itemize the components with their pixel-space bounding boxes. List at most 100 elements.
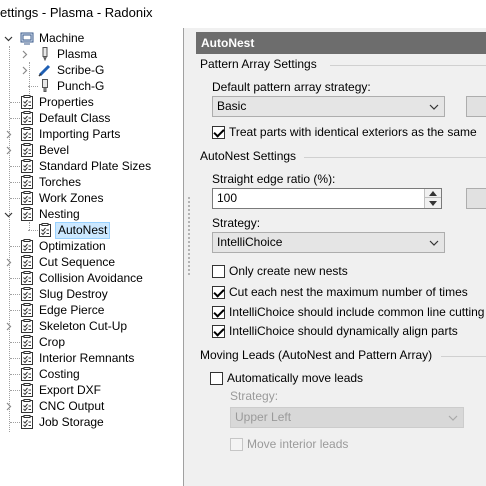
spin-down-icon[interactable] <box>425 199 441 208</box>
pattern-strategy-button[interactable] <box>466 96 486 117</box>
tree-item[interactable]: Punch-G <box>38 78 106 94</box>
chevron-down-icon <box>428 233 440 252</box>
dynamic-align-checkbox[interactable]: IntelliChoice should dynamically align p… <box>212 324 458 338</box>
checklist-icon <box>20 367 34 381</box>
only-new-nests-checkbox[interactable]: Only create new nests <box>212 264 348 278</box>
tree-item[interactable]: Job Storage <box>20 414 106 430</box>
pattern-strategy-dropdown[interactable]: Basic <box>212 96 445 117</box>
tree-item[interactable]: Work Zones <box>20 190 105 206</box>
checklist-icon <box>20 415 34 429</box>
straight-edge-button[interactable] <box>466 188 486 209</box>
expand-chevron-icon[interactable] <box>20 62 29 78</box>
title-bar: ettings - Plasma - Radonix <box>0 0 486 28</box>
tree-item[interactable]: Crop <box>20 334 67 350</box>
tree-line <box>28 86 38 87</box>
identical-exteriors-label: Treat parts with identical exteriors as … <box>229 125 477 139</box>
tree-item-label: Collision Avoidance <box>39 270 143 285</box>
tree-item[interactable]: Skeleton Cut-Up <box>20 318 129 334</box>
splitter[interactable] <box>184 28 196 486</box>
expand-chevron-icon[interactable] <box>4 254 13 270</box>
tree-item-label: Scribe-G <box>57 62 105 77</box>
tree-item-label: AutoNest <box>55 221 111 239</box>
leads-strategy-dropdown[interactable]: Upper Left <box>230 407 464 428</box>
checklist-icon <box>20 255 34 269</box>
tree-item[interactable]: Properties <box>20 94 96 110</box>
tree-line <box>10 102 20 103</box>
checkbox-box <box>230 437 243 451</box>
checklist-icon <box>20 175 34 189</box>
tree-item[interactable]: Importing Parts <box>20 126 122 142</box>
collapse-chevron-icon[interactable] <box>4 206 13 222</box>
tree-line <box>10 246 20 247</box>
expand-chevron-icon[interactable] <box>4 126 13 142</box>
tree-item[interactable]: Slug Destroy <box>20 286 110 302</box>
expand-chevron-icon[interactable] <box>4 142 13 158</box>
common-line-cutting-checkbox[interactable]: IntelliChoice should include common line… <box>212 305 484 319</box>
chevron-down-icon <box>447 408 459 427</box>
checklist-icon <box>20 191 34 205</box>
checklist-icon <box>20 271 34 285</box>
tree-item[interactable]: Machine <box>20 30 86 46</box>
checklist-icon <box>20 239 34 253</box>
collapse-chevron-icon[interactable] <box>4 30 13 46</box>
auto-move-leads-checkbox[interactable]: Automatically move leads <box>210 371 363 385</box>
tree-item[interactable]: Export DXF <box>20 382 103 398</box>
tree-item[interactable]: Optimization <box>20 238 108 254</box>
checklist-icon <box>20 287 34 301</box>
tree-item-label: Job Storage <box>39 414 104 429</box>
expand-chevron-icon[interactable] <box>4 398 13 414</box>
tree-item[interactable]: Interior Remnants <box>20 350 136 366</box>
tree-item[interactable]: Cut Sequence <box>20 254 117 270</box>
checklist-icon <box>20 127 34 141</box>
settings-tree[interactable]: Machine Plasma Scribe-G Punch-G Properties De… <box>0 28 184 486</box>
move-interior-leads-checkbox[interactable]: Move interior leads <box>230 437 348 451</box>
checklist-icon <box>20 95 34 109</box>
tree-line <box>10 422 20 423</box>
expand-chevron-icon[interactable] <box>4 318 13 334</box>
tree-item-label: Importing Parts <box>39 126 121 141</box>
spin-up-icon[interactable] <box>425 189 441 198</box>
checkbox-box <box>212 305 225 319</box>
tree-item[interactable]: Plasma <box>38 46 99 62</box>
checklist-icon <box>20 319 34 333</box>
tree-item[interactable]: Nesting <box>20 206 82 222</box>
option-label: Only create new nests <box>229 264 348 278</box>
checklist-icon <box>20 159 34 173</box>
straight-edge-input[interactable]: 100 <box>212 188 442 209</box>
tree-line <box>28 230 38 231</box>
tree-line <box>10 358 20 359</box>
tree-item[interactable]: Default Class <box>20 110 112 126</box>
machine-icon <box>20 31 34 45</box>
option-label: IntelliChoice should include common line… <box>229 305 485 319</box>
tree-item[interactable]: AutoNest <box>38 221 111 239</box>
tree-item-label: Cut Sequence <box>39 254 116 269</box>
tree-item[interactable]: Bevel <box>20 142 71 158</box>
checkbox-box <box>212 285 225 299</box>
identical-exteriors-checkbox[interactable]: Treat parts with identical exteriors as … <box>212 125 477 139</box>
tree-item[interactable]: Collision Avoidance <box>20 270 145 286</box>
checklist-icon <box>20 143 34 157</box>
tree-item-label: Punch-G <box>57 78 105 93</box>
checklist-icon <box>20 207 34 221</box>
tree-item-label: Plasma <box>57 46 98 61</box>
tree-item-label: Interior Remnants <box>39 350 135 365</box>
autonest-strategy-dropdown[interactable]: IntelliChoice <box>212 232 445 253</box>
tree-item[interactable]: Edge Pierce <box>20 302 106 318</box>
checklist-icon <box>20 111 34 125</box>
expand-chevron-icon[interactable] <box>20 46 29 62</box>
tree-item[interactable]: Scribe-G <box>38 62 106 78</box>
option-label: Cut each nest the maximum number of time… <box>229 285 468 299</box>
straight-edge-value: 100 <box>217 191 238 205</box>
tree-item[interactable]: Costing <box>20 366 82 382</box>
checklist-icon <box>38 223 52 237</box>
tree-item[interactable]: Torches <box>20 174 83 190</box>
cut-max-times-checkbox[interactable]: Cut each nest the maximum number of time… <box>212 285 468 299</box>
checklist-icon <box>20 303 34 317</box>
tree-item[interactable]: CNC Output <box>20 398 106 414</box>
leads-strategy-label: Strategy: <box>230 389 279 403</box>
checkbox-box <box>212 324 225 338</box>
pattern-strategy-value: Basic <box>217 99 247 113</box>
tree-line <box>10 342 20 343</box>
tree-item[interactable]: Standard Plate Sizes <box>20 158 153 174</box>
tree-item-label: Bevel <box>39 142 70 157</box>
